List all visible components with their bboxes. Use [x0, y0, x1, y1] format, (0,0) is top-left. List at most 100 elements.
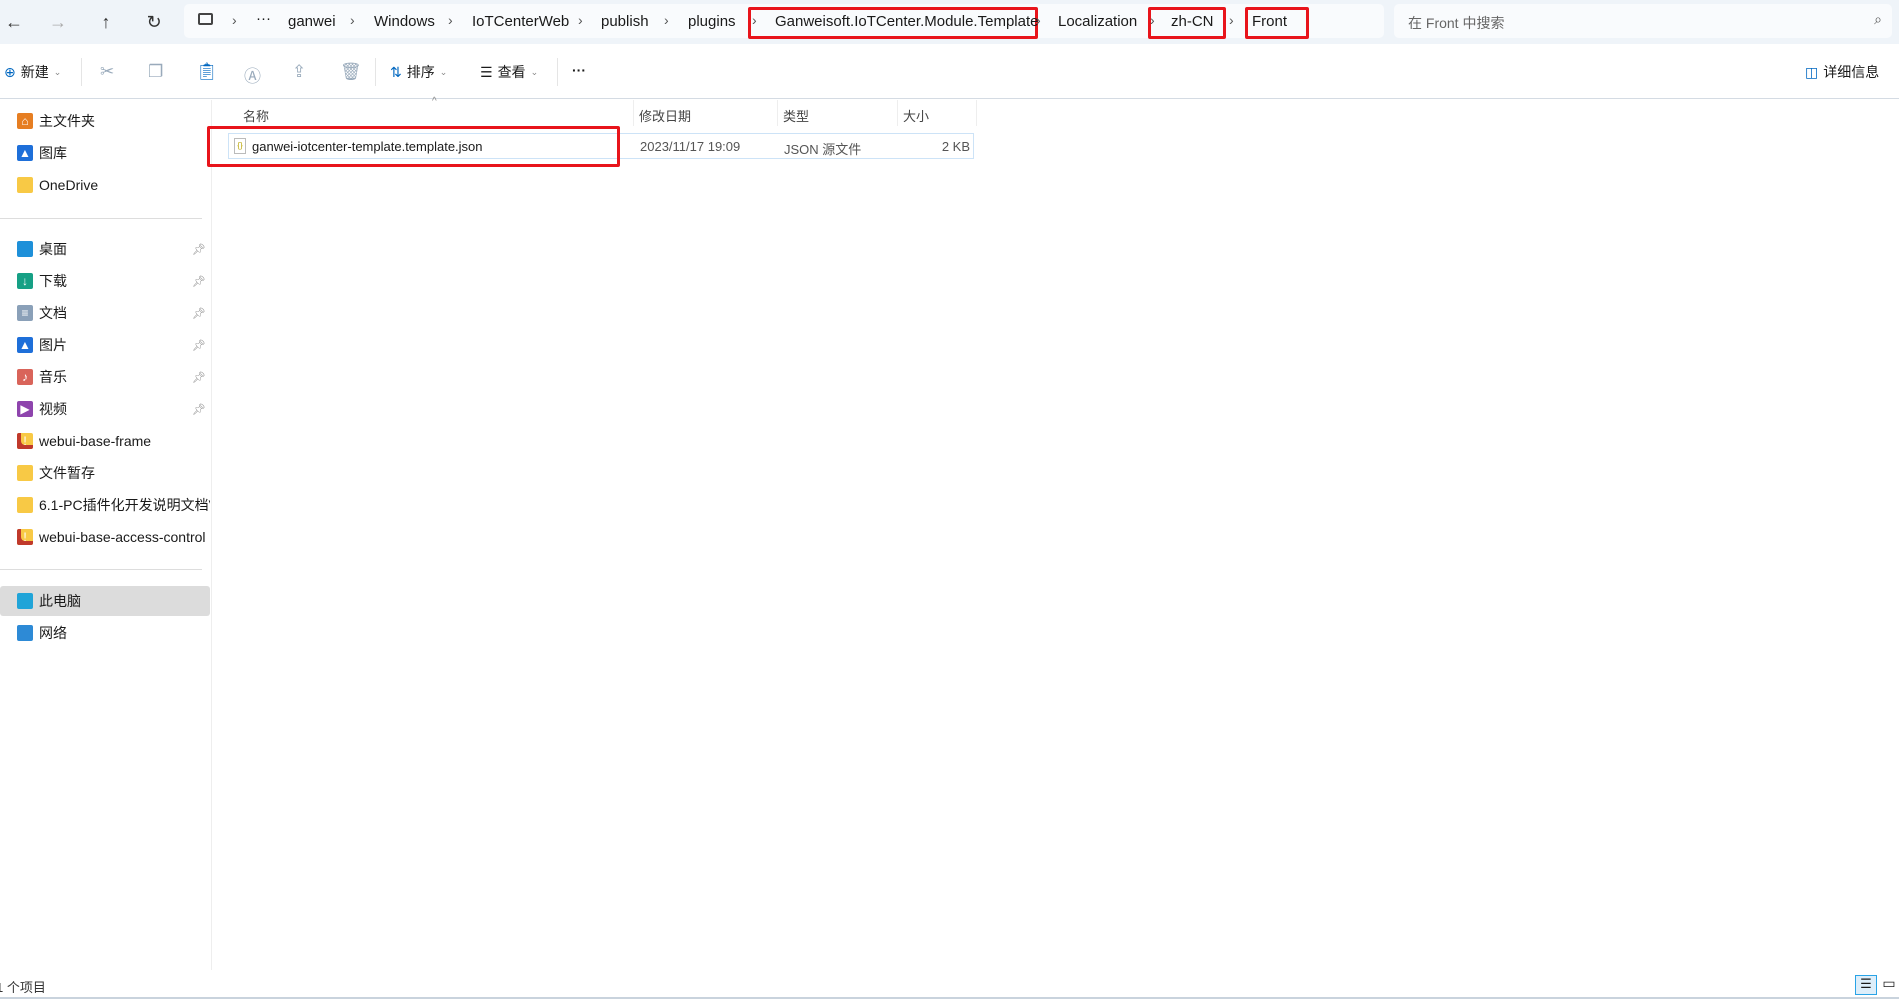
- new-button[interactable]: ⊕ 新建 ⌄: [4, 62, 61, 82]
- divider: [0, 218, 202, 219]
- file-modified: 2023/11/17 19:09: [640, 139, 741, 154]
- chevron-right-icon: ›: [664, 12, 669, 28]
- column-divider[interactable]: [897, 100, 898, 126]
- details-view-button[interactable]: ☰: [1855, 975, 1877, 995]
- status-item-count: 1 个项目: [0, 980, 46, 995]
- sidebar-item-label: webui-base-frame: [39, 433, 152, 449]
- title-bar: ← → ↑ ↻ › ··· ganwei › Windows › IoTCent…: [0, 0, 1899, 44]
- sidebar-item[interactable]: 文件暂存: [0, 458, 210, 488]
- sidebar-item[interactable]: 此电脑: [0, 586, 210, 616]
- sidebar-item[interactable]: OneDrive: [0, 170, 210, 200]
- sidebar-item-label: 下载: [39, 273, 67, 289]
- breadcrumb-template[interactable]: Ganweisoft.IoTCenter.Module.Template: [775, 13, 1038, 30]
- sidebar-item[interactable]: 6.1-PC插件化开发说明文档V1.0: [0, 490, 210, 520]
- video-icon: ▶: [17, 401, 33, 417]
- sidebar-item[interactable]: 网络: [0, 618, 210, 648]
- chevron-right-icon: ›: [1150, 12, 1155, 28]
- highlight-box: [207, 126, 620, 167]
- sort-icon: ⇅: [390, 63, 402, 80]
- list-icon: ☰: [480, 63, 493, 80]
- view-button[interactable]: ☰ 查看 ⌄: [480, 62, 538, 82]
- breadcrumb-windows[interactable]: Windows: [374, 13, 435, 30]
- search-icon: ⌕: [1874, 11, 1882, 27]
- sidebar-item-label: webui-base-access-control: [39, 529, 206, 545]
- breadcrumb-front[interactable]: Front: [1252, 13, 1287, 30]
- sidebar-item-label: 音乐: [39, 369, 67, 385]
- up-button[interactable]: ↑: [92, 8, 120, 36]
- chevron-right-icon: ›: [350, 12, 355, 28]
- sort-button[interactable]: ⇅ 排序 ⌄: [390, 62, 447, 82]
- column-divider[interactable]: [976, 100, 977, 126]
- sidebar-item-label: 图片: [39, 337, 67, 353]
- share-icon[interactable]: ⇪: [292, 62, 306, 82]
- tiles-view-button[interactable]: ▭: [1879, 975, 1899, 995]
- breadcrumb-plugins[interactable]: plugins: [688, 13, 736, 30]
- sidebar-item[interactable]: 桌面 📌︎: [0, 234, 210, 264]
- file-type: JSON 源文件: [784, 142, 862, 157]
- details-label: 详细信息: [1823, 64, 1880, 80]
- plus-circle-icon: ⊕: [4, 63, 16, 80]
- command-bar: ⊕ 新建 ⌄ ✂ ❐ 📋︎ Ⓐ ⇪ 🗑︎ ⇅ 排序 ⌄ ☰ 查看 ⌄ ··· ◫ 详细信息: [0, 44, 1899, 99]
- sidebar-item-label: 视频: [39, 401, 67, 417]
- forward-button[interactable]: →: [44, 8, 72, 36]
- view-label: 查看: [497, 64, 526, 80]
- chevron-right-icon: ›: [752, 12, 757, 28]
- search-placeholder: 在 Front 中搜索: [1408, 15, 1505, 31]
- folder-icon: [17, 497, 33, 513]
- delete-icon[interactable]: 🗑︎: [340, 62, 362, 82]
- divider: [81, 58, 82, 86]
- download-icon: ↓: [17, 273, 33, 289]
- sidebar-item[interactable]: ▲ 图库: [0, 138, 210, 168]
- copy-icon[interactable]: ❐: [148, 62, 163, 82]
- paste-icon[interactable]: 📋︎: [196, 62, 218, 82]
- sidebar-item-label: 桌面: [39, 241, 67, 257]
- pin-icon: 📌︎: [192, 403, 206, 416]
- folder-warning-icon: !: [17, 529, 33, 545]
- column-divider[interactable]: [777, 100, 778, 126]
- rename-icon[interactable]: Ⓐ: [244, 62, 261, 87]
- cut-icon[interactable]: ✂: [100, 62, 114, 82]
- sidebar-item-label: 文件暂存: [39, 465, 95, 481]
- pin-icon: 📌︎: [192, 307, 206, 320]
- divider: [557, 58, 558, 86]
- folder-icon: [17, 177, 33, 193]
- sidebar-item[interactable]: ♪ 音乐 📌︎: [0, 362, 210, 392]
- folder-warning-icon: !: [17, 433, 33, 449]
- sidebar-item-label: 主文件夹: [39, 113, 95, 129]
- music-icon: ♪: [17, 369, 33, 385]
- details-button[interactable]: ◫ 详细信息: [1805, 62, 1879, 82]
- sidebar-item[interactable]: ! webui-base-frame: [0, 426, 210, 456]
- search-input[interactable]: 在 Front 中搜索 ⌕: [1394, 4, 1892, 38]
- column-header-modified[interactable]: 修改日期: [639, 106, 691, 125]
- breadcrumb-iotcenterweb[interactable]: IoTCenterWeb: [472, 13, 569, 30]
- divider: [0, 569, 202, 570]
- home-icon: ⌂: [17, 113, 33, 129]
- sidebar-item[interactable]: ▶ 视频 📌︎: [0, 394, 210, 424]
- more-button[interactable]: ···: [572, 62, 586, 78]
- column-divider[interactable]: [633, 100, 634, 126]
- sidebar-item-label: 此电脑: [39, 593, 81, 609]
- column-header-name[interactable]: 名称: [243, 106, 269, 125]
- breadcrumb-ganwei[interactable]: ganwei: [288, 13, 336, 30]
- breadcrumb-more[interactable]: ···: [256, 10, 271, 27]
- sidebar-item-label: 6.1-PC插件化开发说明文档V1.0: [39, 497, 210, 513]
- breadcrumb-publish[interactable]: publish: [601, 13, 649, 30]
- network-icon: [17, 625, 33, 641]
- computer-icon: [198, 13, 213, 25]
- refresh-button[interactable]: ↻: [140, 8, 168, 36]
- sidebar-item[interactable]: ! webui-base-access-control: [0, 522, 210, 552]
- computer-icon: [17, 593, 33, 609]
- sidebar-item[interactable]: ↓ 下载 📌︎: [0, 266, 210, 296]
- chevron-right-icon: ›: [578, 12, 583, 28]
- sidebar-item[interactable]: ▲ 图片 📌︎: [0, 330, 210, 360]
- sidebar-item[interactable]: ≡ 文档 📌︎: [0, 298, 210, 328]
- divider: [375, 58, 376, 86]
- pin-icon: 📌︎: [192, 275, 206, 288]
- breadcrumb-zh-cn[interactable]: zh-CN: [1171, 13, 1214, 30]
- sidebar-item[interactable]: ⌂ 主文件夹: [0, 106, 210, 136]
- back-button[interactable]: ←: [0, 8, 28, 36]
- file-size: 2 KB: [941, 139, 970, 154]
- column-header-size[interactable]: 大小: [903, 106, 929, 125]
- breadcrumb-localization[interactable]: Localization: [1058, 13, 1137, 30]
- column-header-type[interactable]: 类型: [783, 106, 809, 125]
